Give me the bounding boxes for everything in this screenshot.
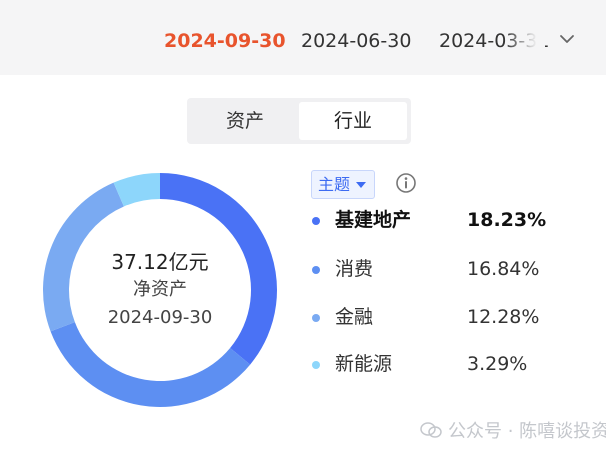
date-tab-0[interactable]: 2024-09-30 (164, 30, 286, 52)
legend-item-name: 基建地产 (335, 209, 412, 231)
legend-item-value: 12.28% (467, 306, 540, 328)
date-tab-1[interactable]: 2024-06-30 (301, 30, 411, 52)
legend-item-name: 消费 (335, 258, 374, 280)
legend-dot-icon (312, 266, 320, 274)
legend-item: 金融 12.28% (310, 302, 550, 332)
legend-item: 基建地产 18.23% (310, 205, 550, 235)
theme-filter-dropdown[interactable]: 主题 (311, 170, 376, 199)
legend-item-name: 新能源 (335, 353, 393, 375)
wechat-icon (420, 422, 442, 438)
legend-item-value: 3.29% (467, 353, 528, 375)
watermark: 公众号 · 陈嘻谈投资 (420, 417, 606, 443)
legend-item-name: 金融 (335, 306, 374, 328)
donut-center: 37.12亿元 净资产 2024-09-30 (80, 248, 240, 332)
legend-item: 新能源 3.29% (310, 349, 550, 379)
net-asset-label: 净资产 (133, 279, 187, 300)
legend-item-value: 18.23% (467, 209, 547, 231)
watermark-text: 公众号 · 陈嘻谈投资 (448, 421, 606, 442)
info-icon[interactable] (395, 172, 417, 194)
donut-slice-1 (50, 322, 251, 407)
chevron-down-icon[interactable] (556, 28, 578, 50)
asset-industry-toggle: 资产 行业 (187, 98, 411, 144)
legend-dot-icon (312, 217, 320, 225)
legend-dot-icon (312, 361, 320, 369)
legend-item-value: 16.84% (467, 258, 540, 280)
legend-dot-icon (312, 314, 320, 322)
theme-filter-label: 主题 (318, 175, 351, 194)
tab-industry[interactable]: 行业 (299, 102, 407, 140)
date-selector-bar: 2024-09-30 2024-06-30 2024-03-31 (0, 0, 606, 75)
date-tabs-fade (505, 20, 545, 60)
net-asset-date: 2024-09-30 (107, 307, 213, 328)
legend-item: 消费 16.84% (310, 254, 550, 284)
net-asset-amount: 37.12亿元 (111, 250, 209, 274)
tab-assets[interactable]: 资产 (191, 102, 299, 140)
caret-down-icon (356, 181, 367, 188)
